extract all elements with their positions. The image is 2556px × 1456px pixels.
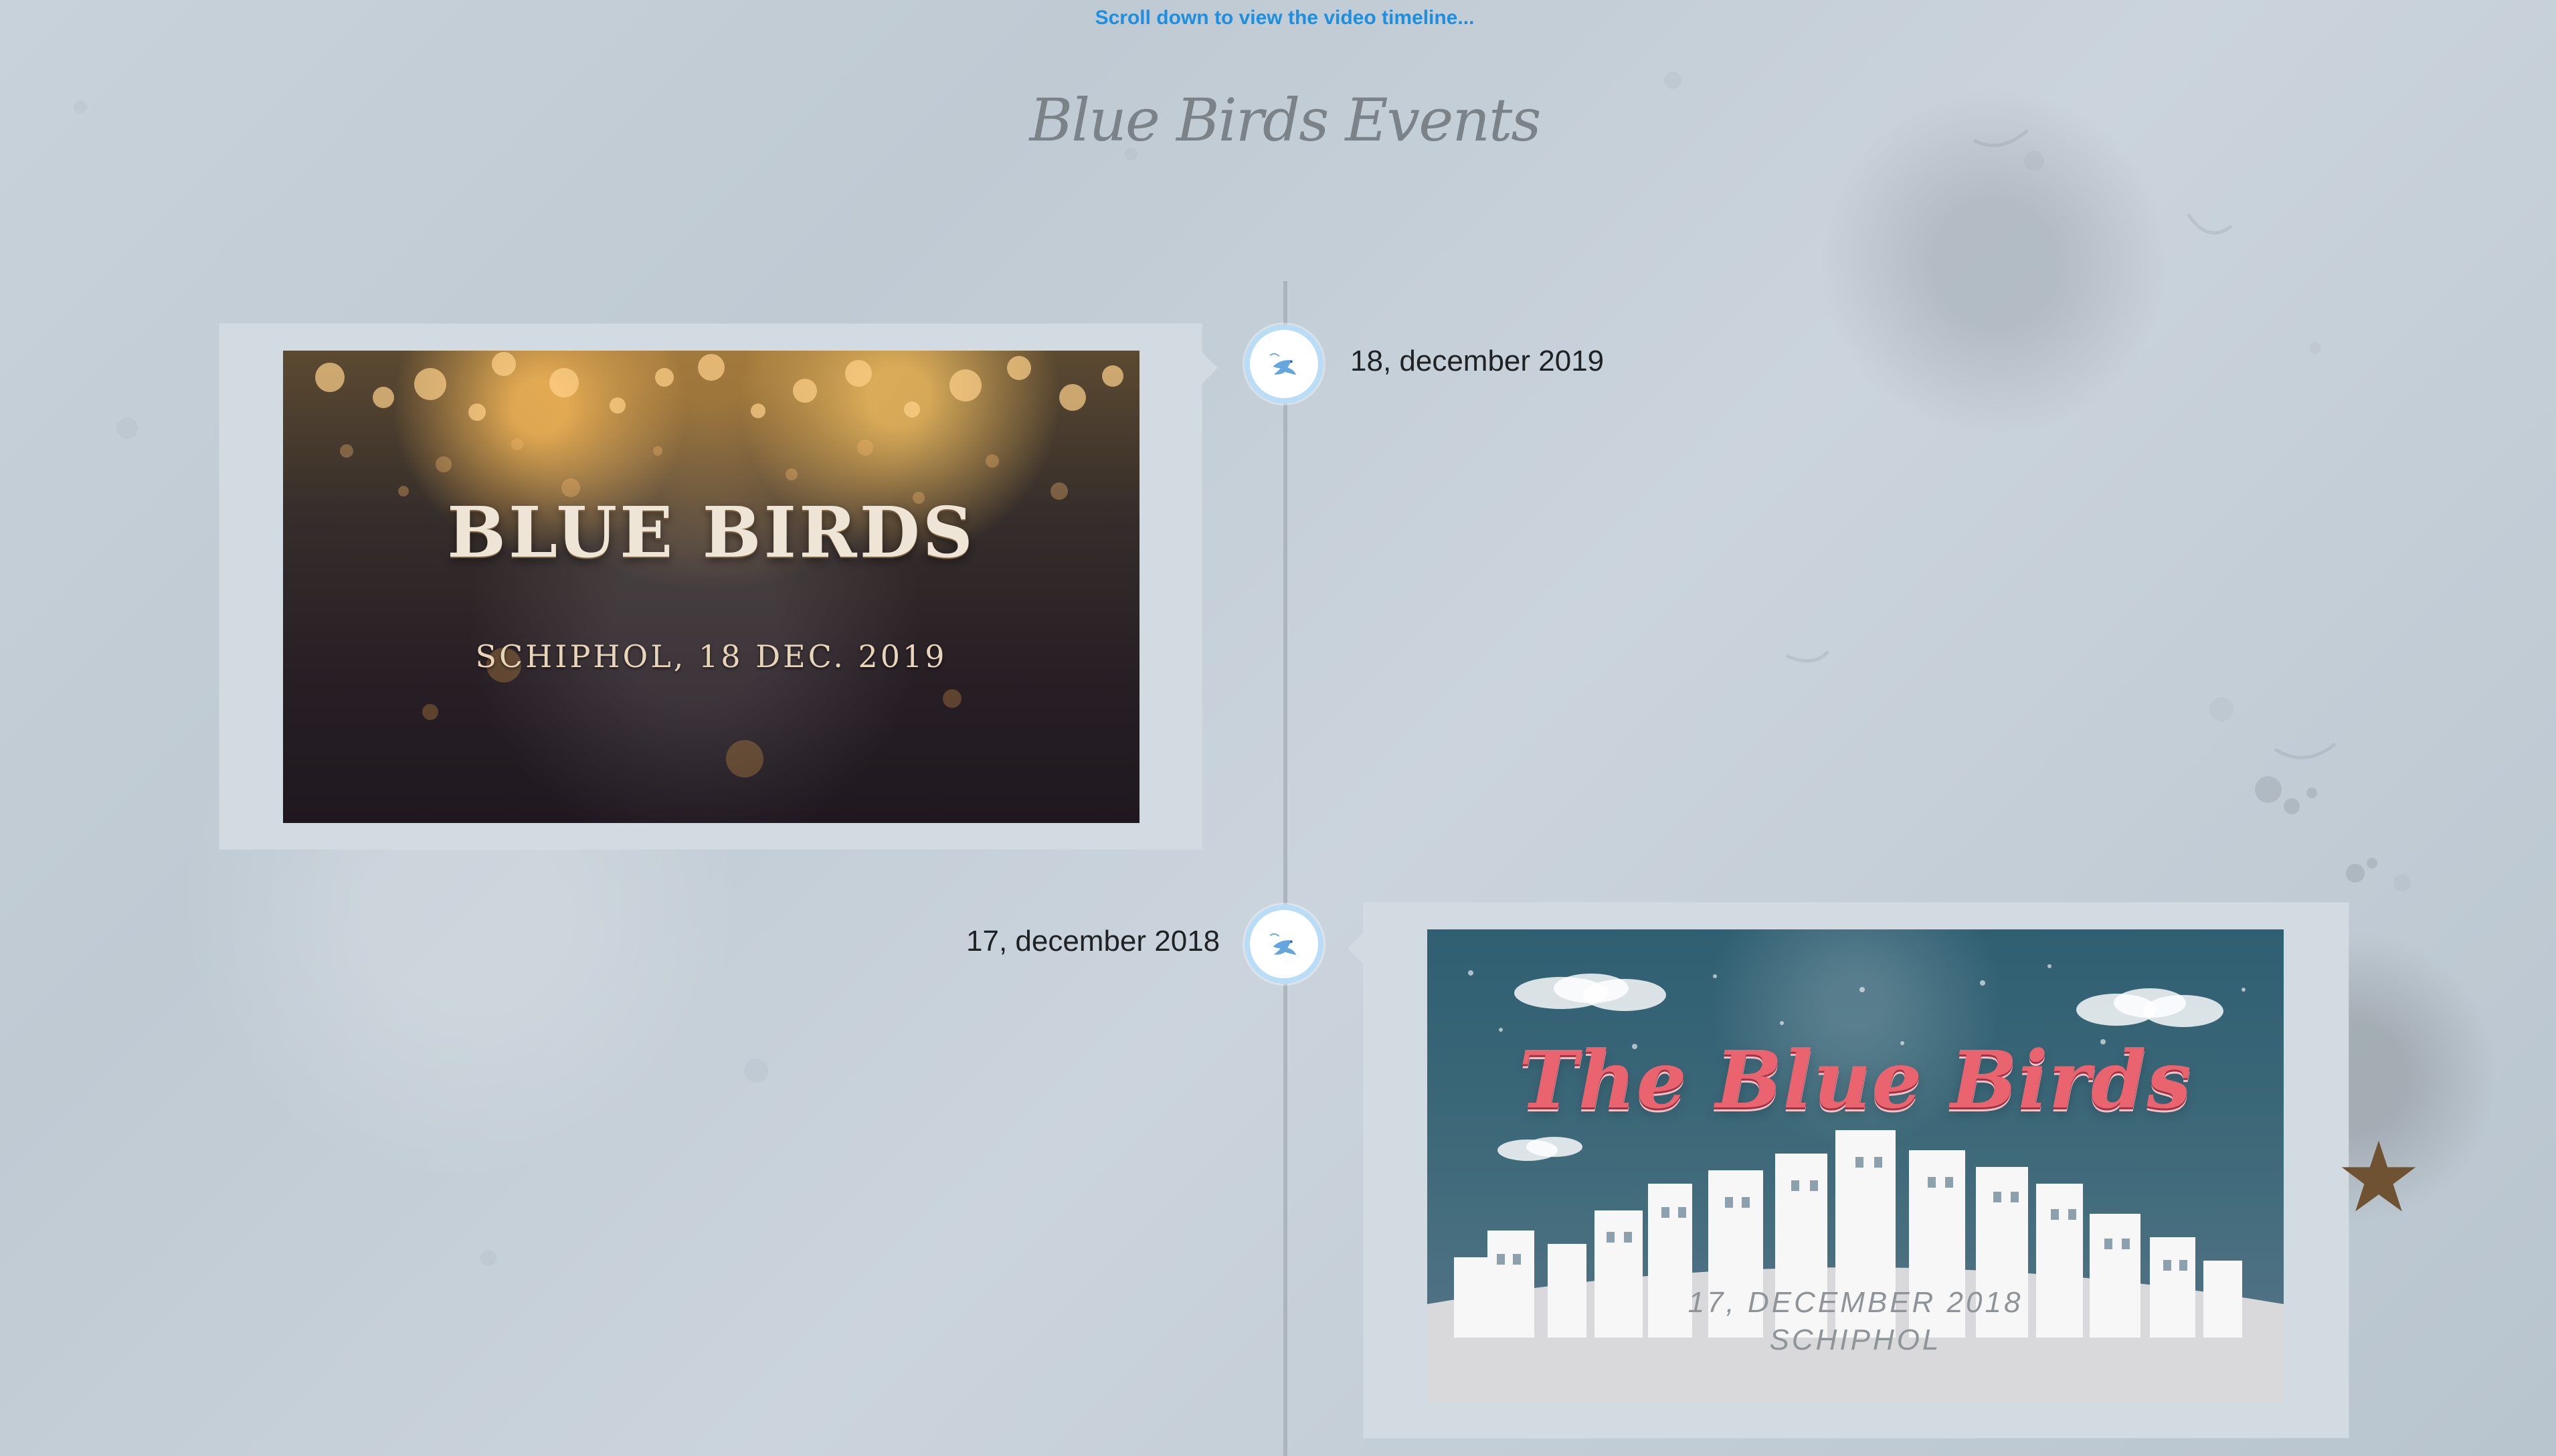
video-thumbnail-2019[interactable]: BLUE BIRDS SCHIPHOL, 18 DEC. 2019	[283, 351, 1139, 823]
video-subtitle-2018: 17, DECEMBER 2018 SCHIPHOL	[1427, 1284, 2284, 1359]
bird-icon	[1269, 353, 1297, 375]
timeline-date-2018: 17, december 2018	[966, 925, 1220, 958]
scroll-down-link[interactable]: Scroll down to view the video timeline..…	[1077, 7, 1492, 29]
timeline-node-2018	[1245, 905, 1323, 984]
site-title: Blue Birds Events	[1029, 86, 1541, 155]
bird-icon	[1269, 933, 1297, 955]
video-title-2018: The Blue Birds	[1519, 1033, 2192, 1126]
star-decoration	[2341, 1140, 2416, 1212]
timeline-date-2019: 18, december 2019	[1350, 345, 1605, 377]
timeline-node-2019	[1245, 325, 1323, 403]
timeline-card-2018: The Blue Birds 17, DECEMBER 2018 SCHIPHO…	[1348, 903, 2349, 1438]
video-thumbnail-2018[interactable]: The Blue Birds 17, DECEMBER 2018 SCHIPHO…	[1427, 929, 2284, 1402]
timeline-line	[1283, 281, 1287, 1456]
video-subtitle-2018-line2: SCHIPHOL	[1769, 1324, 1942, 1356]
video-subtitle-2019: SCHIPHOL, 18 DEC. 2019	[475, 638, 947, 674]
bokeh-background	[315, 352, 1123, 778]
video-subtitle-2018-line1: 17, DECEMBER 2018	[1687, 1286, 2023, 1319]
video-title-2019: BLUE BIRDS	[447, 491, 976, 573]
timeline-card-2019: BLUE BIRDS SCHIPHOL, 18 DEC. 2019	[219, 324, 1218, 849]
